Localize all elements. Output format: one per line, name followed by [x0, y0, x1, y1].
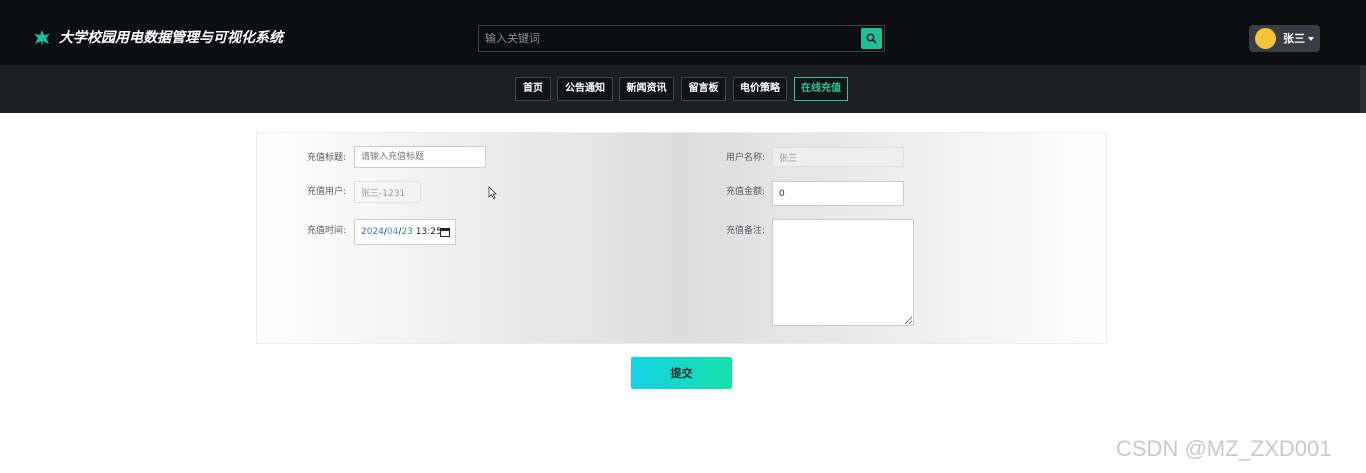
- mouse-cursor-icon: [488, 186, 497, 199]
- search-input[interactable]: [479, 26, 861, 51]
- nav-item-notices[interactable]: 公告通知: [557, 77, 613, 101]
- amount-input[interactable]: [772, 181, 904, 206]
- nav-item-message-board[interactable]: 留言板: [681, 77, 726, 101]
- username-label: 用户名称:: [726, 153, 766, 163]
- remark-label: 充值备注:: [726, 226, 766, 236]
- avatar: [1255, 28, 1276, 49]
- title-input[interactable]: [354, 146, 486, 168]
- scrollbar[interactable]: [1360, 65, 1366, 113]
- nav-item-price-policy[interactable]: 电价策略: [733, 77, 787, 101]
- recharge-user-label: 充值用户:: [307, 187, 347, 197]
- remark-textarea[interactable]: [772, 219, 914, 326]
- main-nav: 首页 公告通知 新闻资讯 留言板 电价策略 在线充值: [0, 65, 1366, 113]
- date-month: 04: [386, 227, 399, 237]
- app-title: 大学校园用电数据管理与可视化系统: [59, 30, 283, 46]
- username-field: [772, 147, 904, 167]
- user-menu[interactable]: 张三: [1249, 25, 1320, 52]
- search-icon: [866, 33, 877, 44]
- date-time: 13:25: [415, 227, 442, 237]
- recharge-time-label: 充值时间:: [307, 226, 347, 236]
- user-name: 张三: [1283, 32, 1305, 45]
- nav-item-news[interactable]: 新闻资讯: [619, 77, 674, 101]
- recharge-user-field: [354, 181, 421, 203]
- title-label: 充值标题:: [307, 153, 347, 163]
- calendar-icon[interactable]: [440, 227, 450, 237]
- date-year: 2024: [361, 227, 384, 237]
- top-header: 大学校园用电数据管理与可视化系统 张三: [0, 0, 1366, 65]
- search-box: [478, 25, 885, 52]
- search-button[interactable]: [861, 28, 882, 49]
- watermark: CSDN @MZ_ZXD001: [1116, 436, 1332, 461]
- submit-button[interactable]: 提交: [631, 357, 732, 389]
- leaf-logo-icon: [34, 30, 50, 46]
- nav-item-home[interactable]: 首页: [515, 77, 551, 101]
- date-day: 23: [401, 227, 413, 237]
- recharge-time-picker[interactable]: 2024/04/23 13:25: [354, 219, 456, 245]
- amount-label: 充值金额:: [726, 187, 766, 197]
- chevron-down-icon: [1308, 37, 1314, 41]
- nav-item-online-recharge[interactable]: 在线充值: [794, 77, 848, 101]
